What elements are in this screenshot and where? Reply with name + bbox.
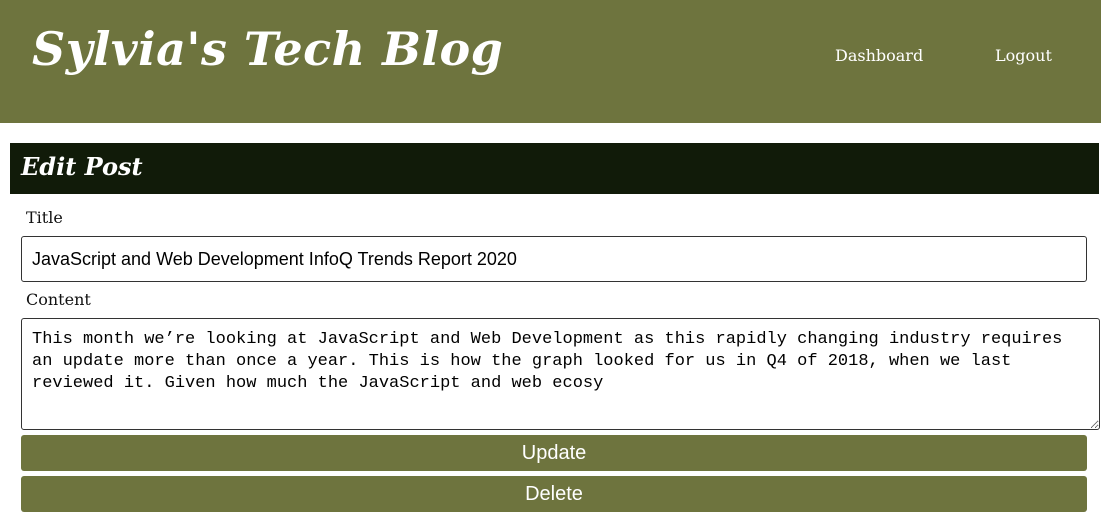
edit-post-bar: Edit Post [10,143,1099,194]
site-title[interactable]: Sylvia's Tech Blog [32,22,503,76]
title-label: Title [26,208,63,227]
nav-dashboard-link[interactable]: Dashboard [835,46,923,65]
update-button[interactable]: Update [21,435,1087,471]
delete-button[interactable]: Delete [21,476,1087,512]
post-title-input[interactable] [21,236,1087,282]
edit-post-heading: Edit Post [21,152,143,181]
nav-logout-link[interactable]: Logout [995,46,1052,65]
post-content-textarea[interactable]: This month we’re looking at JavaScript a… [21,318,1100,430]
site-header: Sylvia's Tech Blog Dashboard Logout [0,0,1101,123]
content-label: Content [26,290,91,309]
